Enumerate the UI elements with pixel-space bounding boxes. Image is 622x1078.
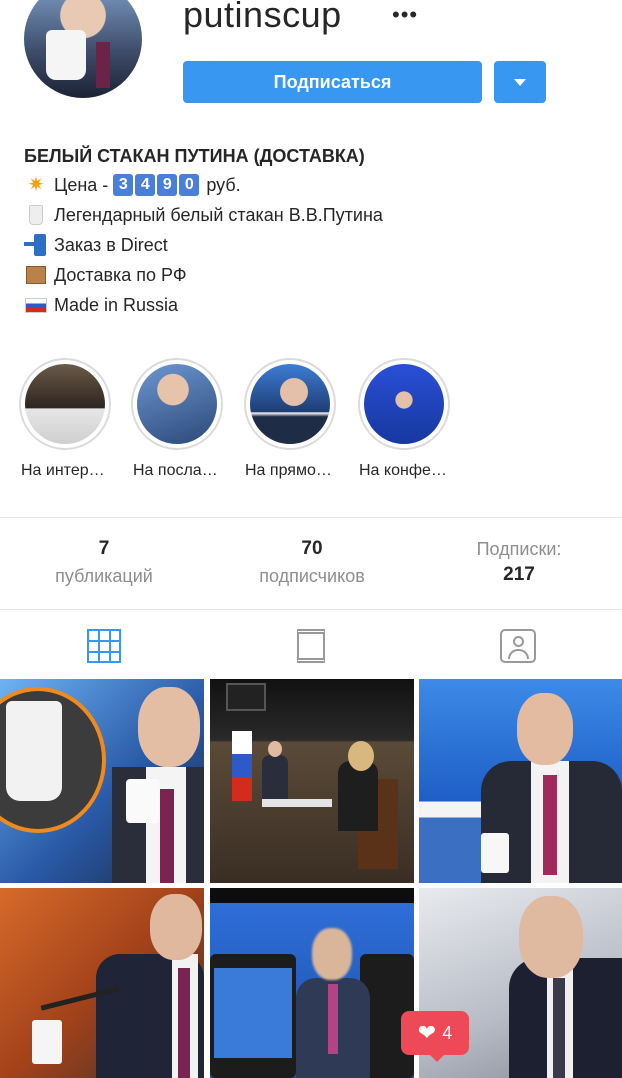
highlight-cover — [137, 364, 217, 444]
highlight-label: На посла… — [133, 462, 218, 479]
stat-followers[interactable]: 70 подписчиков — [238, 538, 386, 587]
price-digit: 3 — [113, 174, 134, 196]
tagged-icon — [500, 629, 536, 663]
story-highlight[interactable]: На посла… — [131, 358, 223, 479]
bio-made-text: Made in Russia — [54, 295, 179, 315]
bio-name: БЕЛЫЙ СТАКАН ПУТИНА (ДОСТАВКА) — [24, 146, 365, 166]
stat-posts: 7 публикаций — [40, 538, 168, 587]
feed-icon — [297, 629, 325, 663]
post-thumbnail[interactable] — [210, 888, 414, 1078]
chevron-down-icon — [514, 78, 526, 86]
post-thumbnail[interactable] — [210, 679, 414, 883]
posts-label: публикаций — [55, 566, 153, 586]
avatar-tie — [96, 42, 110, 88]
story-highlight[interactable]: На интер… — [19, 358, 111, 479]
highlight-cover — [250, 364, 330, 444]
highlight-label: На конфе… — [359, 462, 447, 479]
post-thumbnail[interactable] — [0, 679, 204, 883]
posts-count: 7 — [98, 538, 110, 559]
more-horizontal-icon[interactable]: ••• — [392, 2, 418, 28]
profile-avatar[interactable] — [24, 0, 142, 98]
bio-order-text: Заказ в Direct — [54, 235, 168, 255]
post-thumbnail[interactable] — [0, 888, 204, 1078]
heart-icon: ❤ — [417, 1020, 437, 1045]
cup-icon — [29, 205, 43, 225]
post-thumbnail[interactable]: mlin — [419, 679, 622, 883]
grid-icon — [87, 629, 121, 663]
following-count: 217 — [503, 564, 535, 585]
russia-flag-icon — [25, 297, 47, 313]
bio-cup-text: Легендарный белый стакан В.В.Путина — [54, 205, 383, 225]
divider — [0, 609, 622, 610]
bio-price-line: ✷ Цена - 3 4 9 0 руб. — [24, 170, 584, 200]
tab-feed[interactable] — [291, 626, 331, 666]
bio-delivery-line: Доставка по РФ — [24, 260, 584, 290]
price-digit: 4 — [135, 174, 156, 196]
avatar-cup — [46, 30, 86, 80]
divider — [0, 517, 622, 518]
bio-made-line: Made in Russia — [24, 290, 584, 320]
followers-label: подписчиков — [259, 566, 365, 586]
highlight-cover — [25, 364, 105, 444]
story-highlight[interactable]: На конфе… — [358, 358, 450, 479]
stat-following[interactable]: Подписки: 217 — [458, 539, 580, 586]
suggestions-dropdown-button[interactable] — [494, 61, 546, 103]
tab-grid[interactable] — [84, 626, 124, 666]
tab-tagged[interactable] — [498, 626, 538, 666]
highlight-label: На интер… — [21, 462, 105, 479]
profile-username: putinscup — [183, 0, 342, 35]
price-suffix: руб. — [206, 175, 241, 195]
highlight-label: На прямо… — [245, 462, 332, 479]
bio-order-line: Заказ в Direct — [24, 230, 584, 260]
price-digit: 0 — [179, 174, 200, 196]
sparkle-icon: ✷ — [27, 174, 45, 196]
highlight-cover — [364, 364, 444, 444]
profile-bio: БЕЛЫЙ СТАКАН ПУТИНА (ДОСТАВКА) ✷ Цена - … — [24, 142, 584, 320]
story-highlight[interactable]: На прямо… — [244, 358, 336, 479]
bio-delivery-text: Доставка по РФ — [54, 265, 187, 285]
following-label: Подписки: — [476, 539, 562, 559]
like-notification-badge[interactable]: ❤ 4 — [401, 1011, 469, 1062]
like-count: 4 — [442, 1022, 453, 1043]
followers-count: 70 — [301, 538, 323, 559]
package-icon — [26, 266, 46, 284]
bio-cup-line: Легендарный белый стакан В.В.Путина — [24, 200, 584, 230]
phone-arrow-icon — [24, 234, 48, 256]
price-prefix: Цена - — [54, 175, 109, 195]
follow-button[interactable]: Подписаться — [183, 61, 482, 103]
price-digit: 9 — [157, 174, 178, 196]
